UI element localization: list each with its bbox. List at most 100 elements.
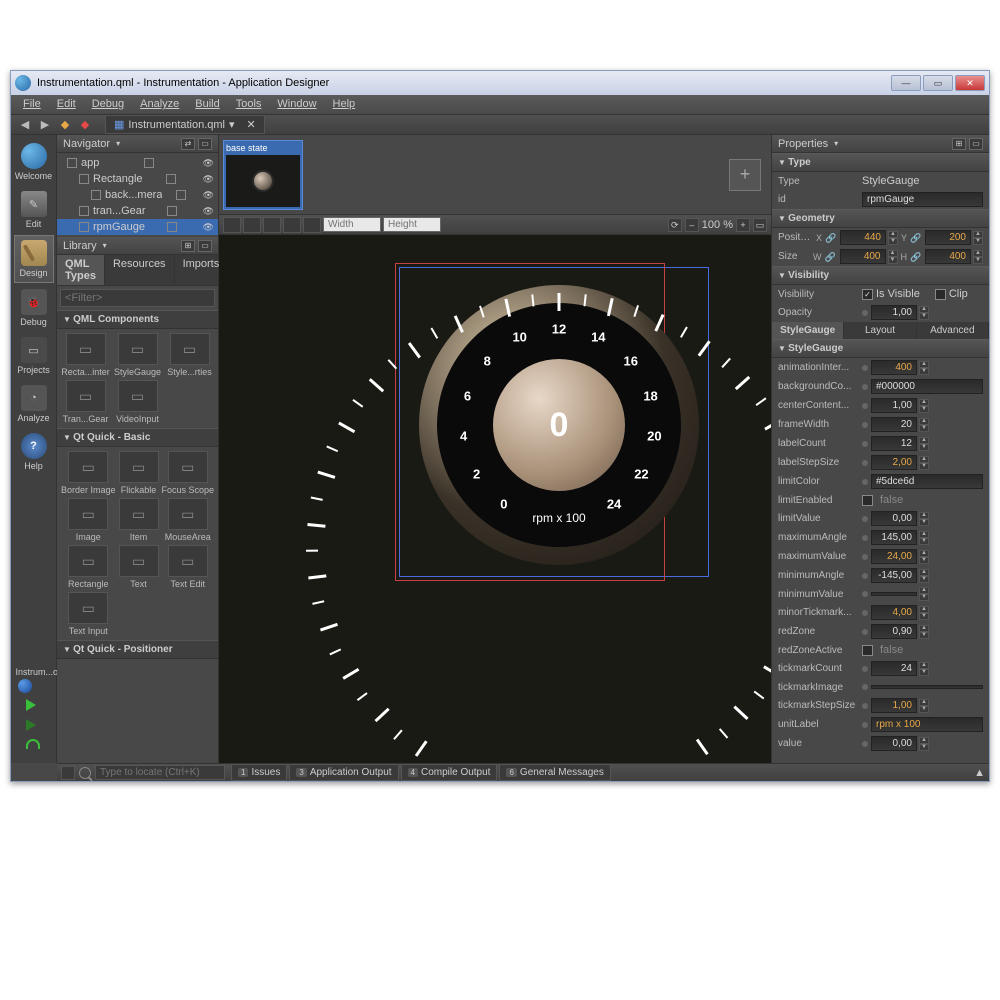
locator-input[interactable]	[95, 765, 225, 780]
properties-header[interactable]: Properties▾ ⊞▭	[772, 135, 989, 153]
ptab-advanced[interactable]: Advanced	[917, 322, 989, 339]
lib-tool-1[interactable]: ⊞	[181, 240, 195, 252]
prop-number[interactable]: 4,00	[871, 605, 917, 620]
nav-tool-2[interactable]: ▭	[198, 138, 212, 150]
section-geometry[interactable]: Geometry	[772, 209, 989, 228]
document-tab[interactable]: ▦ Instrumentation.qml ▾ ✕	[105, 115, 265, 134]
lib-item[interactable]: ▭Focus Scope	[162, 451, 215, 495]
lib-tool-2[interactable]: ▭	[198, 240, 212, 252]
rpm-gauge[interactable]: 024681012141618202224 0 rpm x 100	[419, 285, 699, 565]
close-button[interactable]: ✕	[955, 75, 985, 91]
library-header[interactable]: Library▾ ⊞▭	[57, 237, 218, 255]
activity-help[interactable]: ?Help	[14, 429, 54, 475]
menu-build[interactable]: Build	[187, 95, 227, 114]
prop-text[interactable]: #5dce6d	[871, 474, 983, 489]
prop-number[interactable]: 400	[871, 360, 917, 375]
output-toggle[interactable]	[61, 766, 75, 780]
lib-item[interactable]: ▭Text Input	[61, 592, 116, 636]
input-id[interactable]: rpmGauge	[862, 192, 983, 207]
lib-item[interactable]: ▭Image	[61, 498, 116, 542]
lib-item[interactable]: ▭Border Image	[61, 451, 116, 495]
canvas-width-input[interactable]	[323, 217, 381, 232]
state-base[interactable]: base state	[223, 140, 303, 210]
prop-number[interactable]: 2,00	[871, 455, 917, 470]
lib-section-header[interactable]: Qt Quick - Basic	[57, 428, 218, 447]
prop-number[interactable]: 0,90	[871, 624, 917, 639]
activity-design[interactable]: Design	[14, 235, 54, 283]
input-opacity[interactable]: 1,00	[871, 305, 917, 320]
canvas-tool-5[interactable]	[303, 217, 321, 233]
nav-tool-1[interactable]: ⇄	[181, 138, 195, 150]
nav-item[interactable]: rpmGauge👁	[57, 219, 218, 235]
ptab-layout[interactable]: Layout	[844, 322, 916, 339]
prop-number[interactable]: -145,00	[871, 568, 917, 583]
input-size-h[interactable]: 400	[925, 249, 971, 264]
lib-item[interactable]: ▭Text Edit	[162, 545, 215, 589]
lib-item[interactable]: ▭Recta...inter	[61, 333, 110, 377]
step-button[interactable]	[26, 739, 42, 755]
lib-section-header[interactable]: QML Components	[57, 310, 218, 329]
prop-check[interactable]	[862, 495, 873, 506]
zoom-fit[interactable]: ▭	[753, 218, 767, 232]
section-stylegauge[interactable]: StyleGauge	[772, 339, 989, 358]
prop-text[interactable]: rpm x 100	[871, 717, 983, 732]
prop-number[interactable]: 24,00	[871, 549, 917, 564]
nav-button-2[interactable]: ◆	[77, 117, 93, 133]
output-tab[interactable]: 3Application Output	[289, 764, 398, 781]
menu-help[interactable]: Help	[325, 95, 364, 114]
lib-item[interactable]: ▭Text	[119, 545, 159, 589]
prop-number[interactable]: 24	[871, 661, 917, 676]
lib-item[interactable]: ▭Rectangle	[61, 545, 116, 589]
output-tab[interactable]: 1Issues	[231, 764, 287, 781]
menu-window[interactable]: Window	[269, 95, 324, 114]
canvas-tool-1[interactable]	[223, 217, 241, 233]
ptab-stylegauge[interactable]: StyleGauge	[772, 322, 844, 339]
back-button[interactable]: ◀	[17, 117, 33, 133]
maximize-button[interactable]: ▭	[923, 75, 953, 91]
activity-edit[interactable]: ✎Edit	[14, 187, 54, 233]
canvas-tool-3[interactable]	[263, 217, 281, 233]
lib-item[interactable]: ▭MouseArea	[162, 498, 215, 542]
prop-number[interactable]: 145,00	[871, 530, 917, 545]
prop-text[interactable]	[871, 685, 983, 689]
prop-number[interactable]: 1,00	[871, 698, 917, 713]
debug-run-button[interactable]	[26, 719, 42, 735]
nav-button[interactable]: ◆	[57, 117, 73, 133]
menu-analyze[interactable]: Analyze	[132, 95, 187, 114]
design-canvas[interactable]: 024681012141618202224 0 rpm x 100	[219, 235, 771, 763]
canvas-tool-2[interactable]	[243, 217, 261, 233]
library-filter[interactable]	[60, 289, 215, 307]
lib-item[interactable]: ▭Flickable	[119, 451, 159, 495]
prop-number[interactable]: 1,00	[871, 398, 917, 413]
lib-tab-qml[interactable]: QML Types	[57, 255, 105, 285]
minimize-button[interactable]: —	[891, 75, 921, 91]
canvas-height-input[interactable]	[383, 217, 441, 232]
prop-number[interactable]: 0,00	[871, 511, 917, 526]
lib-item[interactable]: ▭Tran...Gear	[61, 380, 110, 424]
dropdown-icon[interactable]: ▾	[229, 118, 235, 131]
canvas-tool-4[interactable]	[283, 217, 301, 233]
nav-item[interactable]: Rectangle👁	[57, 171, 218, 187]
prop-tool-1[interactable]: ⊞	[952, 138, 966, 150]
activity-analyze[interactable]: ◔Analyze	[14, 381, 54, 427]
lib-item[interactable]: ▭StyleGauge	[113, 333, 162, 377]
run-button[interactable]	[26, 699, 42, 715]
zoom-in[interactable]: +	[736, 218, 750, 232]
activity-projects[interactable]: ▭Projects	[14, 333, 54, 379]
nav-item[interactable]: back...mera👁	[57, 187, 218, 203]
input-pos-x[interactable]: 440	[840, 230, 886, 245]
expand-icon[interactable]: ▲	[974, 767, 985, 779]
lib-item[interactable]: ▭VideoInput	[113, 380, 162, 424]
prop-check[interactable]	[862, 645, 873, 656]
prop-number[interactable]: 20	[871, 417, 917, 432]
add-state-button[interactable]: +	[729, 159, 761, 191]
close-tab-icon[interactable]: ✕	[247, 118, 256, 131]
prop-number[interactable]: 0,00	[871, 736, 917, 751]
check-clip[interactable]	[935, 289, 946, 300]
prop-text[interactable]: #000000	[871, 379, 983, 394]
menu-edit[interactable]: Edit	[49, 95, 84, 114]
activity-welcome[interactable]: Welcome	[14, 139, 54, 185]
lib-item[interactable]: ▭Item	[119, 498, 159, 542]
prop-number[interactable]	[871, 592, 917, 596]
forward-button[interactable]: ▶	[37, 117, 53, 133]
